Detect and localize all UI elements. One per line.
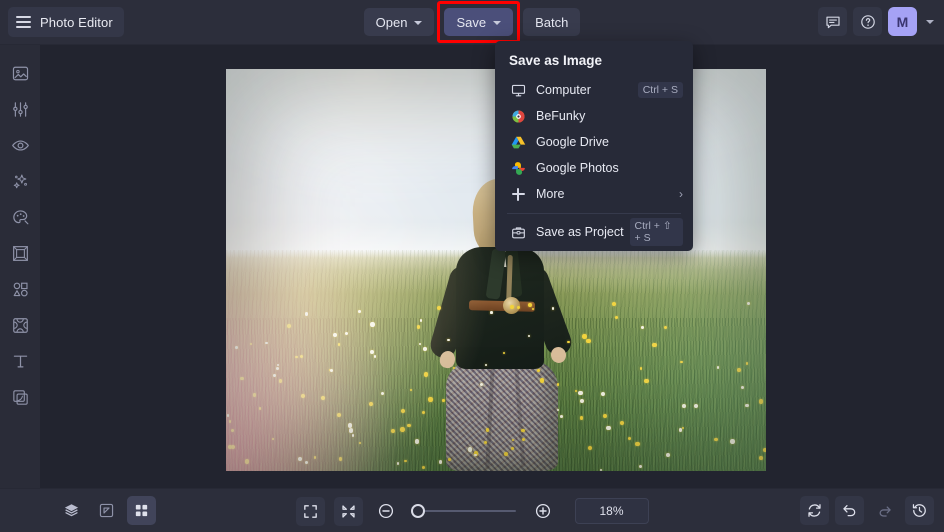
help-icon: [860, 14, 875, 29]
zoom-slider-track: [411, 510, 516, 512]
app-title: Photo Editor: [40, 14, 113, 30]
text-icon: [13, 355, 27, 367]
frame-icon: [12, 245, 28, 261]
avatar-initial: M: [896, 13, 909, 30]
save-project-icon: [509, 223, 527, 241]
grid-icon: [135, 504, 148, 517]
menu-item-google-photos[interactable]: Google Photos: [495, 155, 693, 181]
sliders-icon: [12, 101, 28, 117]
bottom-left-tools: [57, 496, 156, 525]
chevron-down-icon: [414, 21, 423, 25]
eye-icon: [11, 139, 29, 151]
menu-item-google-drive-label: Google Drive: [536, 135, 609, 149]
header-actions: Open Save Batch: [0, 0, 944, 44]
chevron-down-icon: [493, 21, 502, 25]
sidebar-item-image[interactable]: [5, 58, 35, 88]
menu-item-computer-shortcut: Ctrl + S: [637, 82, 683, 98]
sidebar-item-text[interactable]: [5, 346, 35, 376]
shrink-icon: [341, 504, 355, 518]
sidebar-item-frames[interactable]: [5, 238, 35, 268]
google-drive-icon: [509, 133, 527, 151]
save-button-wrapper: Save: [437, 1, 521, 43]
layers-icon: [64, 504, 79, 517]
save-dropdown-menu: Save as Image Computer Ctrl + S BeFunky …: [495, 41, 693, 251]
header-right-tools: M: [818, 7, 935, 36]
batch-button[interactable]: Batch: [523, 8, 581, 36]
sparkles-icon: [13, 174, 27, 188]
google-photos-icon: [509, 159, 527, 177]
left-sidebar: [0, 44, 40, 502]
menu-item-befunky[interactable]: BeFunky: [495, 103, 693, 129]
sidebar-item-effects[interactable]: [5, 166, 35, 196]
zoom-out-button[interactable]: [372, 497, 401, 526]
compare-button[interactable]: [92, 496, 121, 525]
top-header: Photo Editor Open Save Batch M: [0, 0, 944, 45]
layers-copy-icon: [12, 389, 28, 405]
canvas-area[interactable]: [40, 44, 944, 488]
sidebar-item-touch-up[interactable]: [5, 130, 35, 160]
avatar[interactable]: M: [888, 7, 917, 36]
feedback-button[interactable]: [818, 7, 847, 36]
menu-item-save-as-project-shortcut: Ctrl + ⇧ + S: [629, 218, 683, 246]
menu-item-computer[interactable]: Computer Ctrl + S: [495, 77, 693, 103]
zoom-in-icon: [535, 503, 551, 519]
befunky-logo-icon: [509, 107, 527, 125]
zoom-out-icon: [378, 503, 394, 519]
undo-button[interactable]: [835, 496, 864, 525]
zoom-in-button[interactable]: [529, 497, 558, 526]
menu-item-more[interactable]: More ›: [495, 181, 693, 207]
sidebar-item-textures[interactable]: [5, 382, 35, 412]
shapes-icon: [13, 282, 28, 296]
sidebar-item-overlays[interactable]: [5, 310, 35, 340]
history-button[interactable]: [905, 496, 934, 525]
redo-button[interactable]: [870, 496, 899, 525]
history-icon: [912, 504, 926, 517]
menu-item-google-photos-label: Google Photos: [536, 161, 619, 175]
fit-to-screen-button[interactable]: [295, 496, 325, 526]
save-button[interactable]: Save: [444, 8, 514, 36]
sidebar-item-edit[interactable]: [5, 94, 35, 124]
save-button-label: Save: [456, 14, 487, 30]
open-button[interactable]: Open: [363, 8, 435, 36]
menu-item-more-label: More: [536, 187, 565, 201]
sidebar-item-graphics[interactable]: [5, 274, 35, 304]
menu-item-befunky-label: BeFunky: [536, 109, 586, 123]
undo-icon: [843, 505, 856, 517]
image-icon: [12, 66, 28, 80]
grid-button[interactable]: [127, 496, 156, 525]
palette-icon: [12, 209, 28, 224]
fit-screen-icon: [303, 504, 317, 518]
menu-item-google-drive[interactable]: Google Drive: [495, 129, 693, 155]
app-menu-button[interactable]: Photo Editor: [8, 7, 124, 37]
reset-icon: [808, 504, 821, 517]
menu-item-save-as-project-label: Save as Project: [536, 225, 624, 239]
hamburger-icon: [16, 16, 31, 28]
sidebar-item-artsy[interactable]: [5, 202, 35, 232]
shrink-button[interactable]: [333, 496, 363, 526]
bottom-toolbar: 18%: [0, 488, 944, 532]
open-button-label: Open: [375, 14, 408, 30]
chevron-right-icon: ›: [679, 187, 683, 201]
zoom-level-input[interactable]: 18%: [574, 498, 649, 524]
bottom-right-tools: [800, 496, 934, 525]
menu-divider: [507, 213, 681, 214]
feedback-icon: [825, 16, 840, 28]
account-chevron-down-icon[interactable]: [926, 19, 934, 24]
reset-button[interactable]: [800, 496, 829, 525]
save-menu-title: Save as Image: [509, 53, 603, 68]
photo-editor-app: Photo Editor Open Save Batch M 18% Save …: [0, 0, 944, 532]
mask-icon: [12, 317, 28, 333]
help-button[interactable]: [853, 7, 882, 36]
redo-icon: [879, 506, 891, 517]
plus-icon: [509, 185, 527, 203]
zoom-slider[interactable]: [410, 503, 516, 519]
menu-item-computer-label: Computer: [536, 83, 591, 97]
compare-icon: [99, 503, 114, 518]
layers-button[interactable]: [57, 496, 86, 525]
batch-button-label: Batch: [535, 14, 569, 30]
zoom-slider-handle[interactable]: [410, 504, 425, 518]
monitor-icon: [509, 81, 527, 99]
menu-item-save-as-project[interactable]: Save as Project Ctrl + ⇧ + S: [495, 218, 693, 246]
